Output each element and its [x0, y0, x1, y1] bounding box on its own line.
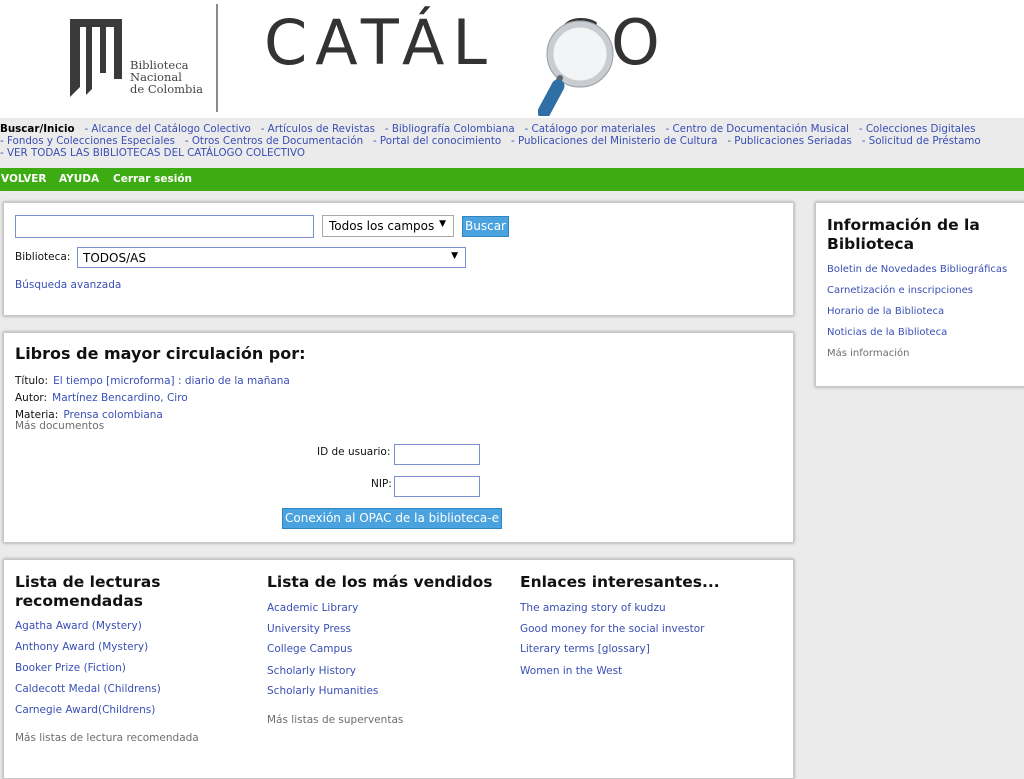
- nav-publicaciones-seriadas[interactable]: - Publicaciones Seriadas: [727, 135, 852, 147]
- nav-portal[interactable]: - Portal del conocimiento: [373, 135, 501, 147]
- advanced-search-link[interactable]: Búsqueda avanzada: [15, 279, 121, 291]
- opac-login-button[interactable]: Conexión al OPAC de la biblioteca-e: [282, 508, 502, 529]
- nav-bibliografia[interactable]: - Bibliografía Colombiana: [385, 123, 515, 135]
- catalog-title-left: CATÁL: [264, 6, 495, 79]
- more-reading-lists-link[interactable]: Más listas de lectura recomendada: [15, 732, 199, 744]
- nav-solicitud-prestamo[interactable]: - Solicitud de Préstamo: [862, 135, 981, 147]
- nav-publicaciones-ministerio[interactable]: - Publicaciones del Ministerio de Cultur…: [511, 135, 717, 147]
- info-heading: Información de la Biblioteca: [827, 216, 980, 253]
- nav-ver-todas[interactable]: - VER TODAS LAS BIBLIOTECAS DEL CATÁLOGO…: [0, 147, 305, 159]
- interesting-link[interactable]: Literary terms [glossary]: [520, 643, 650, 655]
- bestseller-item[interactable]: University Press: [267, 623, 351, 635]
- library-label: Biblioteca:: [15, 251, 71, 263]
- lists-panel: Lista de lecturas recomendadas Agatha Aw…: [3, 559, 794, 779]
- action-bar: VOLVER AYUDA Cerrar sesión: [0, 168, 1024, 191]
- nav-buscar-inicio[interactable]: Buscar/Inicio: [0, 123, 75, 135]
- reading-item[interactable]: Anthony Award (Mystery): [15, 641, 148, 653]
- reading-list-heading: Lista de lecturas recomendadas: [15, 573, 161, 610]
- library-select-value: TODOS/AS: [83, 251, 146, 265]
- logo-line-3: de Colombia: [130, 82, 203, 96]
- interesting-link[interactable]: Women in the West: [520, 665, 622, 677]
- nav-fondos[interactable]: - Fondos y Colecciones Especiales: [0, 135, 175, 147]
- bestseller-item[interactable]: Scholarly Humanities: [267, 685, 378, 697]
- header: Biblioteca Nacional de Colombia CATÁLGO: [0, 0, 1024, 118]
- bestseller-item[interactable]: Academic Library: [267, 602, 358, 614]
- cerrar-sesion-link[interactable]: Cerrar sesión: [113, 173, 192, 185]
- search-button[interactable]: Buscar: [462, 216, 509, 237]
- bestseller-item[interactable]: Scholarly History: [267, 665, 356, 677]
- header-divider: [216, 4, 218, 112]
- library-logo-icon: [70, 19, 122, 97]
- user-id-input[interactable]: [394, 444, 480, 465]
- bestseller-item[interactable]: College Campus: [267, 643, 352, 655]
- nav-centro-musical[interactable]: - Centro de Documentación Musical: [666, 123, 850, 135]
- search-field-select-value: Todos los campos: [329, 219, 435, 233]
- user-id-label: ID de usuario:: [317, 446, 391, 458]
- pin-input[interactable]: [394, 476, 480, 497]
- library-select[interactable]: TODOS/AS ▼: [77, 247, 466, 268]
- nav-alcance[interactable]: - Alcance del Catálogo Colectivo: [84, 123, 250, 135]
- links-heading: Enlaces interesantes...: [520, 573, 720, 591]
- interesting-link[interactable]: The amazing story of kudzu: [520, 602, 666, 614]
- nav-colecciones-digitales[interactable]: - Colecciones Digitales: [859, 123, 976, 135]
- volver-link[interactable]: VOLVER: [1, 173, 47, 185]
- dropdown-arrow-icon: ▼: [451, 251, 458, 261]
- ayuda-link[interactable]: AYUDA: [59, 173, 99, 185]
- reading-item[interactable]: Carnegie Award(Childrens): [15, 704, 155, 716]
- info-link[interactable]: Carnetización e inscripciones: [827, 285, 973, 296]
- reading-item[interactable]: Caldecott Medal (Childrens): [15, 683, 161, 695]
- bestsellers-heading: Lista de los más vendidos: [267, 573, 493, 591]
- magnifier-icon: [538, 20, 614, 116]
- more-info-link[interactable]: Más información: [827, 348, 909, 359]
- circulation-heading: Libros de mayor circulación por:: [15, 344, 306, 363]
- top-navigation: Buscar/Inicio - Alcance del Catálogo Col…: [0, 118, 1024, 168]
- nav-articulos[interactable]: - Artículos de Revistas: [261, 123, 375, 135]
- nav-otros-centros[interactable]: - Otros Centros de Documentación: [185, 135, 363, 147]
- reading-item[interactable]: Agatha Award (Mystery): [15, 620, 142, 632]
- more-bestsellers-link[interactable]: Más listas de superventas: [267, 714, 403, 726]
- search-panel: Todos los campos ▼ Buscar Biblioteca: TO…: [3, 202, 794, 316]
- logo-text: Biblioteca Nacional de Colombia: [130, 59, 203, 95]
- info-link[interactable]: Horario de la Biblioteca: [827, 306, 944, 317]
- circulation-panel: Libros de mayor circulación por: Título:…: [3, 332, 794, 543]
- dropdown-arrow-icon: ▼: [439, 219, 446, 229]
- reading-item[interactable]: Booker Prize (Fiction): [15, 662, 126, 674]
- search-input[interactable]: [15, 215, 314, 238]
- pin-label: NIP:: [371, 478, 392, 490]
- library-info-panel: Información de la Biblioteca Boletin de …: [815, 202, 1024, 387]
- info-link[interactable]: Boletin de Novedades Bibliográficas: [827, 264, 1007, 275]
- interesting-link[interactable]: Good money for the social investor: [520, 623, 705, 635]
- nav-catalogo-materiales[interactable]: - Catálogo por materiales: [525, 123, 656, 135]
- info-link[interactable]: Noticias de la Biblioteca: [827, 327, 947, 338]
- search-field-select[interactable]: Todos los campos ▼: [322, 215, 454, 237]
- more-documents-link[interactable]: Más documentos: [15, 420, 104, 432]
